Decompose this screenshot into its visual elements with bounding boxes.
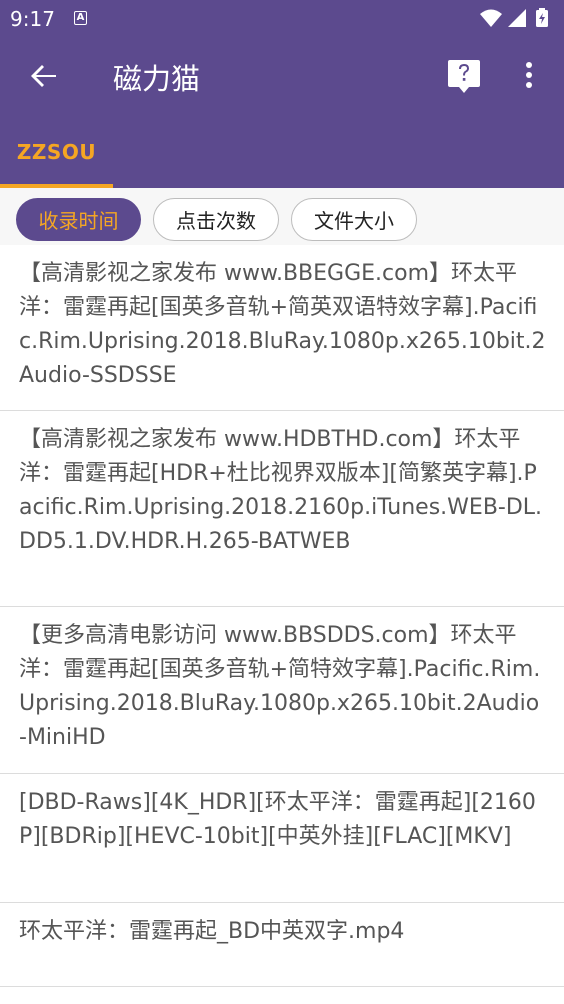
result-item[interactable]: 【高清影视之家发布 www.BBEGGE.com】环太平洋：雷霆再起[国英多音轨… (0, 245, 564, 411)
arrow-back-icon (31, 65, 56, 87)
help-button[interactable] (444, 56, 484, 96)
battery-icon (536, 8, 548, 27)
status-icons (480, 8, 548, 27)
tab-label: ZZSOU (16, 140, 97, 164)
app-bar: 磁力猫 (0, 36, 564, 116)
result-title: [DBD-Raws][4K_HDR][环太平洋：雷霆再起][2160P][BDR… (19, 790, 536, 849)
result-item[interactable]: 【高清影视之家发布 www.HDBTHD.com】环太平洋：雷霆再起[HDR+杜… (0, 411, 564, 607)
sort-bar: 收录时间 点击次数 文件大小 (0, 188, 564, 245)
result-title: 【高清影视之家发布 www.BBEGGE.com】环太平洋：雷霆再起[国英多音轨… (19, 261, 546, 388)
status-bar: 9:17 A (0, 0, 564, 36)
signal-icon (508, 9, 526, 27)
more-vert-icon (526, 62, 532, 88)
page-title: 磁力猫 (113, 62, 201, 96)
results-list: 【高清影视之家发布 www.BBEGGE.com】环太平洋：雷霆再起[国英多音轨… (0, 245, 564, 987)
more-options-button[interactable] (514, 56, 544, 96)
wifi-icon (480, 9, 502, 27)
notification-icon: A (74, 11, 87, 25)
sort-chip-size[interactable]: 文件大小 (291, 198, 417, 241)
tab-zzsou[interactable]: ZZSOU (0, 116, 113, 188)
help-icon (448, 60, 480, 93)
result-title: 【更多高清电影访问 www.BBSDDS.com】环太平洋：雷霆再起[国英多音轨… (19, 623, 541, 750)
result-item[interactable]: 【更多高清电影访问 www.BBSDDS.com】环太平洋：雷霆再起[国英多音轨… (0, 607, 564, 774)
result-item[interactable]: 环太平洋：雷霆再起_BD中英双字.mp4 (0, 903, 564, 987)
sort-chip-clicks[interactable]: 点击次数 (153, 198, 279, 241)
result-title: 【高清影视之家发布 www.HDBTHD.com】环太平洋：雷霆再起[HDR+杜… (19, 427, 543, 554)
back-button[interactable] (22, 54, 66, 98)
result-title: 环太平洋：雷霆再起_BD中英双字.mp4 (19, 919, 405, 944)
tab-bar: ZZSOU (0, 116, 564, 188)
status-time: 9:17 (10, 7, 55, 31)
result-item[interactable]: [DBD-Raws][4K_HDR][环太平洋：雷霆再起][2160P][BDR… (0, 774, 564, 903)
sort-chip-time[interactable]: 收录时间 (16, 198, 141, 241)
